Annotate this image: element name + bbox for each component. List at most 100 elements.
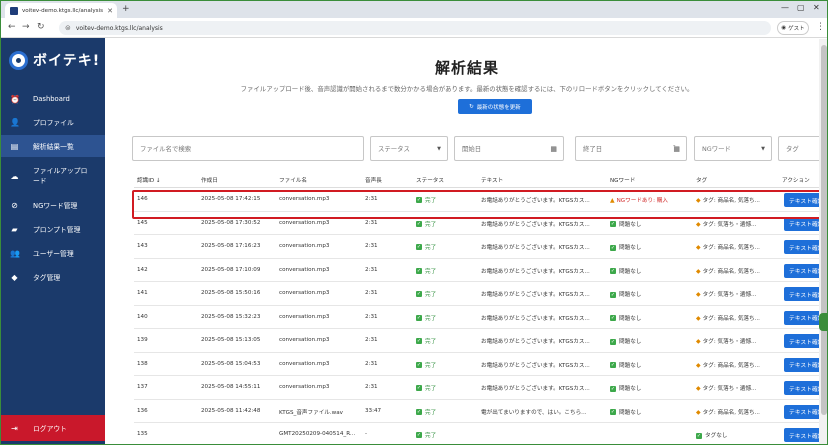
cell-text: お電話ありがとうございます。KTGSカス... bbox=[481, 221, 590, 228]
status-text: 完了 bbox=[425, 362, 437, 369]
search-input[interactable]: ファイル名で検索 bbox=[132, 136, 364, 161]
site-info-icon[interactable]: ⊜ bbox=[65, 24, 71, 32]
cell-status: ✓ 完了 bbox=[416, 290, 436, 298]
tag-text: タグ: 気落ち・遺憾... bbox=[702, 339, 757, 345]
chevron-down-icon: ▼ bbox=[761, 145, 765, 152]
nav-ng-words[interactable]: ⊘ NGワード管理 bbox=[1, 195, 105, 215]
nav-label: 解析結果一覧 bbox=[33, 143, 74, 151]
column-header-status[interactable]: ステータス bbox=[416, 176, 444, 184]
new-tab-icon[interactable]: + bbox=[122, 4, 130, 14]
check-icon: ✓ bbox=[416, 267, 422, 274]
cell-file: conversation.mp3 bbox=[279, 243, 330, 249]
check-icon: ✓ bbox=[610, 409, 616, 415]
tab-close-icon[interactable]: ✕ bbox=[107, 7, 113, 15]
cell-status: ✓ 完了 bbox=[416, 361, 436, 369]
profile-label: ゲスト bbox=[788, 26, 805, 32]
table-row[interactable]: 140 2025-05-08 15:32:23 conversation.mp3 2:… bbox=[134, 306, 827, 329]
table-row[interactable]: 142 2025-05-08 17:10:09 conversation.mp3 2:… bbox=[134, 259, 827, 282]
column-header-id[interactable]: 認識ID ↓ bbox=[137, 176, 161, 184]
column-header-tag[interactable]: タグ bbox=[696, 176, 707, 184]
table-row[interactable]: 139 2025-05-08 15:13:05 conversation.mp3 2:… bbox=[134, 329, 827, 353]
back-icon[interactable]: ← bbox=[8, 22, 16, 32]
cell-tag: ◆ タグ: 気落ち・遺憾... bbox=[696, 337, 780, 345]
tag-icon: ◆ bbox=[696, 385, 701, 392]
status-placeholder: ステータス bbox=[378, 145, 410, 153]
column-header-text[interactable]: テキスト bbox=[481, 176, 503, 184]
cell-tag: ◆ タグ: 商品名, 気落ち... bbox=[696, 361, 780, 369]
nav-file-upload[interactable]: ☁ ファイルアップロード bbox=[1, 161, 105, 191]
tag-text: タグ: 商品名, 気落ち... bbox=[702, 268, 760, 275]
refresh-button[interactable]: ↻ 最新の状態を更新 bbox=[458, 99, 532, 114]
ng-word-select[interactable]: NGワード ▼ bbox=[694, 136, 772, 161]
check-icon: ✓ bbox=[610, 362, 616, 368]
status-text: 完了 bbox=[425, 339, 437, 345]
logout-button[interactable]: ⇥ ログアウト bbox=[1, 415, 105, 441]
end-date-input[interactable]: 終了日 ▦ bbox=[575, 136, 687, 161]
page-scrollbar[interactable] bbox=[819, 39, 827, 444]
cell-id: 142 bbox=[137, 266, 148, 273]
cell-status: ✓ 完了 bbox=[416, 220, 436, 228]
brand-name: ボイテキ! bbox=[33, 53, 101, 69]
reload-icon[interactable]: ↻ bbox=[37, 22, 45, 32]
nav-label: ファイルアップロード bbox=[33, 167, 88, 185]
cell-length: 2:31 bbox=[365, 243, 378, 249]
nav-tags[interactable]: ◆ タグ管理 bbox=[1, 267, 105, 287]
minimize-icon[interactable]: — bbox=[781, 3, 789, 12]
check-icon: ✓ bbox=[610, 338, 616, 345]
cell-id: 141 bbox=[137, 290, 148, 296]
nav-analysis-results[interactable]: ▤ 解析結果一覧 bbox=[1, 135, 105, 157]
alarm-clock-icon: ⏰ bbox=[10, 94, 20, 104]
cell-id: 138 bbox=[137, 360, 148, 367]
nav-prompts[interactable]: ▰ プロンプト管理 bbox=[1, 219, 105, 239]
cell-length: 2:31 bbox=[365, 384, 378, 390]
check-icon: ✓ bbox=[610, 291, 616, 298]
cell-date: 2025-05-08 17:16:23 bbox=[201, 243, 261, 249]
browser-tab[interactable]: voitev-demo.ktgs.llc/analysis ✕ bbox=[5, 3, 117, 18]
scrollbar-thumb[interactable] bbox=[821, 45, 827, 415]
cell-length: - bbox=[365, 431, 368, 437]
cell-file: conversation.mp3 bbox=[279, 337, 330, 343]
cell-ng: ✓ 問題なし bbox=[610, 384, 694, 392]
address-bar[interactable]: ⊜ voitev-demo.ktgs.llc/analysis bbox=[59, 21, 771, 35]
table-row[interactable]: 135 GMT20250209-040514_R... - ✓ 完了 ✓ タグなし テキスト確… bbox=[134, 423, 827, 444]
nav-dashboard[interactable]: ⏰ Dashboard bbox=[1, 89, 105, 109]
favicon-icon bbox=[10, 6, 18, 15]
status-select[interactable]: ステータス ▼ bbox=[370, 136, 448, 161]
forward-icon[interactable]: → bbox=[22, 22, 30, 32]
table-row[interactable]: 137 2025-05-08 14:55:11 conversation.mp3 2:… bbox=[134, 376, 827, 400]
cell-status: ✓ 完了 bbox=[416, 408, 436, 416]
cell-ng: ✓ 問題なし bbox=[610, 337, 694, 345]
nav-users[interactable]: 👥 ユーザー管理 bbox=[1, 243, 105, 263]
cell-text: お電話ありがとうございます。KTGSカス... bbox=[481, 339, 590, 345]
nav-profile[interactable]: 👤 プロファイル bbox=[1, 112, 105, 132]
window-close-icon[interactable]: ✕ bbox=[813, 3, 820, 12]
side-panel-toggle[interactable] bbox=[819, 313, 827, 331]
people-icon: 👥 bbox=[10, 248, 20, 258]
column-header-length[interactable]: 音声長 bbox=[365, 176, 382, 184]
profile-button[interactable]: ◉ ゲスト bbox=[777, 21, 809, 35]
table-row[interactable]: 141 2025-05-08 15:50:16 conversation.mp3 2:… bbox=[134, 282, 827, 306]
table-row[interactable]: 143 2025-05-08 17:16:23 conversation.mp3 2:… bbox=[134, 235, 827, 259]
table-row[interactable]: 136 2025-05-08 11:42:48 KTGS_音声ファイル.wav 33:… bbox=[134, 400, 827, 423]
chevron-down-icon: ▼ bbox=[437, 145, 441, 152]
column-header-ng[interactable]: NGワード bbox=[610, 176, 635, 184]
column-header-date[interactable]: 作成日 bbox=[201, 176, 218, 184]
status-text: 完了 bbox=[425, 292, 437, 298]
maximize-icon[interactable]: ▢ bbox=[797, 3, 805, 12]
calendar-icon[interactable]: ▦ bbox=[673, 145, 680, 153]
start-date-input[interactable]: 開始日 ▦ bbox=[454, 136, 564, 161]
brand[interactable]: ボイテキ! bbox=[1, 38, 105, 82]
browser-menu-icon[interactable]: ⋮ bbox=[816, 22, 825, 32]
cell-file: conversation.mp3 bbox=[279, 266, 330, 273]
cell-tag: ◆ タグ: 気落ち・遺憾... bbox=[696, 384, 780, 392]
column-header-file[interactable]: ファイル名 bbox=[279, 176, 307, 184]
tag-text: タグ: 気落ち・遺憾... bbox=[702, 221, 757, 228]
tag-icon: ◆ bbox=[696, 408, 701, 416]
calendar-icon[interactable]: ▦ bbox=[550, 145, 557, 153]
nav-label: ユーザー管理 bbox=[33, 250, 74, 258]
brand-logo-icon bbox=[9, 50, 28, 70]
table-row[interactable]: 138 2025-05-08 15:04:53 conversation.mp3 2:… bbox=[134, 353, 827, 376]
table-header: 認識ID ↓ 作成日 ファイル名 音声長 ステータス テキスト NGワード タグ… bbox=[134, 172, 827, 188]
tag-icon: ◆ bbox=[696, 267, 701, 275]
cell-date: 2025-05-08 15:04:53 bbox=[201, 360, 261, 367]
